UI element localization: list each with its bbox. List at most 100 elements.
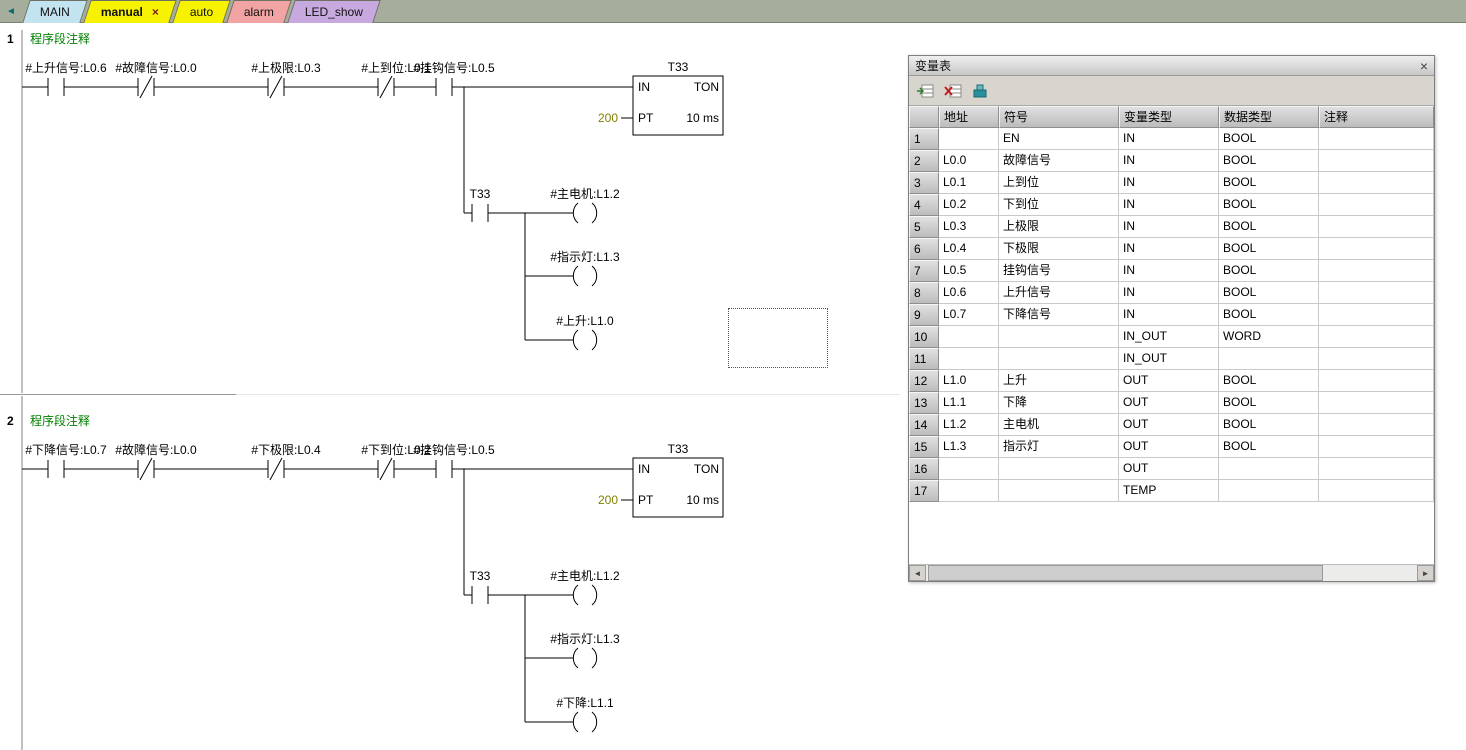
cell-comment[interactable] — [1319, 370, 1434, 392]
row-number[interactable]: 11 — [909, 348, 939, 370]
row-number[interactable]: 1 — [909, 128, 939, 150]
cell-address[interactable]: L1.3 — [939, 436, 999, 458]
selection-box[interactable] — [728, 308, 828, 368]
cell-address[interactable]: L0.6 — [939, 282, 999, 304]
cell-address[interactable] — [939, 326, 999, 348]
cell-address[interactable]: L0.2 — [939, 194, 999, 216]
cell-address[interactable]: L0.7 — [939, 304, 999, 326]
cell-symbol[interactable]: 上极限 — [999, 216, 1119, 238]
cell-address[interactable] — [939, 480, 999, 502]
cell-var-type[interactable]: OUT — [1119, 436, 1219, 458]
row-number[interactable]: 9 — [909, 304, 939, 326]
cell-var-type[interactable]: IN — [1119, 260, 1219, 282]
cell-comment[interactable] — [1319, 480, 1434, 502]
timer-block[interactable]: T33INTONPT10 ms200 — [598, 60, 723, 135]
cell-symbol[interactable] — [999, 348, 1119, 370]
delete-row-icon[interactable] — [943, 81, 963, 101]
cell-symbol[interactable]: 下极限 — [999, 238, 1119, 260]
close-icon[interactable]: × — [1420, 59, 1428, 73]
cell-var-type[interactable]: IN — [1119, 150, 1219, 172]
cell-symbol[interactable] — [999, 480, 1119, 502]
no-contact[interactable]: T33 — [470, 187, 491, 222]
cell-data-type[interactable]: BOOL — [1219, 128, 1319, 150]
row-number[interactable]: 12 — [909, 370, 939, 392]
coil[interactable]: #指示灯:L1.3 — [550, 249, 620, 286]
cell-data-type[interactable]: BOOL — [1219, 216, 1319, 238]
cell-data-type[interactable]: BOOL — [1219, 260, 1319, 282]
nc-contact[interactable]: #故障信号:L0.0 — [115, 60, 197, 98]
coil[interactable]: #主电机:L1.2 — [550, 187, 620, 223]
cell-var-type[interactable]: IN — [1119, 172, 1219, 194]
cell-var-type[interactable]: OUT — [1119, 414, 1219, 436]
cell-comment[interactable] — [1319, 326, 1434, 348]
scrollbar-thumb[interactable] — [928, 565, 1323, 581]
cell-data-type[interactable]: BOOL — [1219, 436, 1319, 458]
cell-comment[interactable] — [1319, 128, 1434, 150]
cell-var-type[interactable]: TEMP — [1119, 480, 1219, 502]
cell-var-type[interactable]: IN — [1119, 216, 1219, 238]
row-number[interactable]: 4 — [909, 194, 939, 216]
cell-address[interactable]: L0.5 — [939, 260, 999, 282]
tab-led_show[interactable]: LED_show — [288, 0, 382, 23]
cell-symbol[interactable] — [999, 458, 1119, 480]
cell-address[interactable]: L1.1 — [939, 392, 999, 414]
no-contact[interactable]: #下降信号:L0.7 — [25, 443, 107, 478]
nc-contact[interactable]: #故障信号:L0.0 — [115, 442, 197, 480]
no-contact[interactable]: T33 — [470, 569, 491, 604]
cell-symbol[interactable]: 指示灯 — [999, 436, 1119, 458]
cell-data-type[interactable]: BOOL — [1219, 282, 1319, 304]
cell-symbol[interactable]: 下降信号 — [999, 304, 1119, 326]
row-number[interactable]: 16 — [909, 458, 939, 480]
cell-data-type[interactable]: BOOL — [1219, 414, 1319, 436]
cell-comment[interactable] — [1319, 194, 1434, 216]
cell-address[interactable]: L0.1 — [939, 172, 999, 194]
cell-address[interactable]: L1.2 — [939, 414, 999, 436]
cell-comment[interactable] — [1319, 392, 1434, 414]
row-number[interactable]: 6 — [909, 238, 939, 260]
cell-var-type[interactable]: IN — [1119, 238, 1219, 260]
row-number[interactable]: 15 — [909, 436, 939, 458]
cell-symbol[interactable]: 下到位 — [999, 194, 1119, 216]
cell-comment[interactable] — [1319, 150, 1434, 172]
variable-table-titlebar[interactable]: 变量表 × — [909, 56, 1434, 76]
apply-symbols-icon[interactable] — [970, 81, 990, 101]
row-number[interactable]: 17 — [909, 480, 939, 502]
cell-var-type[interactable]: OUT — [1119, 370, 1219, 392]
scroll-right-icon[interactable]: ► — [1417, 565, 1434, 581]
cell-address[interactable]: L0.3 — [939, 216, 999, 238]
row-number[interactable]: 10 — [909, 326, 939, 348]
cell-data-type[interactable]: BOOL — [1219, 392, 1319, 414]
cell-var-type[interactable]: IN_OUT — [1119, 348, 1219, 370]
cell-symbol[interactable] — [999, 326, 1119, 348]
cell-data-type[interactable]: BOOL — [1219, 370, 1319, 392]
cell-data-type[interactable]: BOOL — [1219, 150, 1319, 172]
cell-var-type[interactable]: OUT — [1119, 458, 1219, 480]
cell-comment[interactable] — [1319, 172, 1434, 194]
nc-contact[interactable]: #上极限:L0.3 — [251, 61, 321, 98]
cell-symbol[interactable]: 挂钩信号 — [999, 260, 1119, 282]
cell-data-type[interactable]: BOOL — [1219, 304, 1319, 326]
cell-data-type[interactable] — [1219, 480, 1319, 502]
coil[interactable]: #下降:L1.1 — [556, 696, 614, 732]
cell-comment[interactable] — [1319, 238, 1434, 260]
tab-alarm[interactable]: alarm — [227, 0, 292, 23]
cell-symbol[interactable]: EN — [999, 128, 1119, 150]
cell-data-type[interactable] — [1219, 348, 1319, 370]
tab-auto[interactable]: auto — [172, 0, 231, 23]
cell-address[interactable] — [939, 348, 999, 370]
row-number[interactable]: 13 — [909, 392, 939, 414]
cell-var-type[interactable]: OUT — [1119, 392, 1219, 414]
coil[interactable]: #上升:L1.0 — [556, 314, 614, 350]
row-number[interactable]: 7 — [909, 260, 939, 282]
no-contact[interactable]: #上升信号:L0.6 — [25, 61, 107, 96]
cell-data-type[interactable] — [1219, 458, 1319, 480]
cell-comment[interactable] — [1319, 458, 1434, 480]
cell-var-type[interactable]: IN — [1119, 128, 1219, 150]
cell-symbol[interactable]: 上升 — [999, 370, 1119, 392]
cell-symbol[interactable]: 故障信号 — [999, 150, 1119, 172]
cell-var-type[interactable]: IN — [1119, 194, 1219, 216]
tab-close-icon[interactable]: × — [152, 5, 159, 19]
coil[interactable]: #指示灯:L1.3 — [550, 631, 620, 668]
row-number[interactable]: 5 — [909, 216, 939, 238]
row-number[interactable]: 8 — [909, 282, 939, 304]
